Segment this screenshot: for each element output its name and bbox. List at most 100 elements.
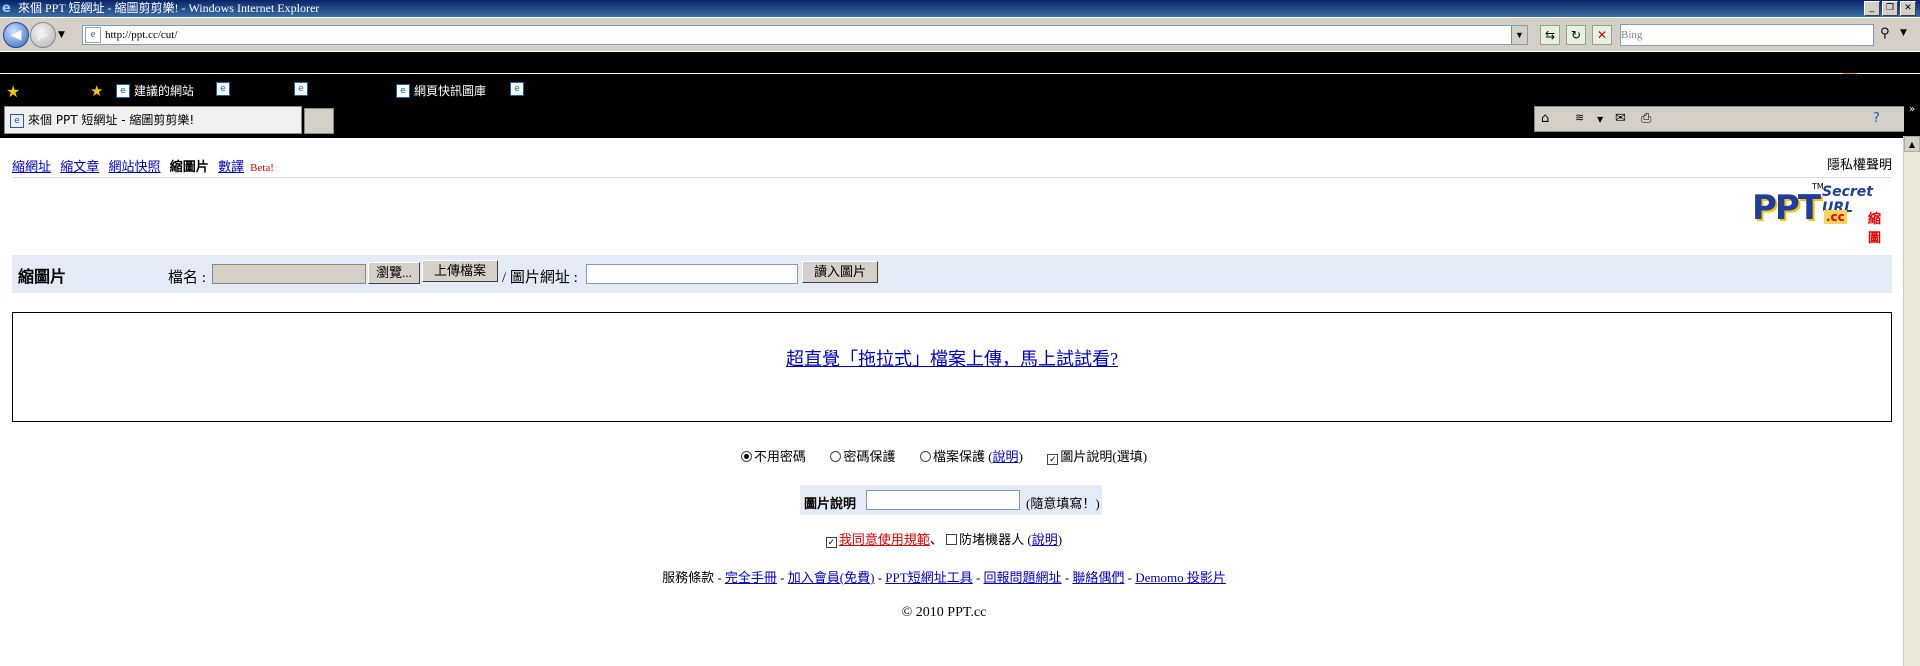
- no-password-radio[interactable]: [740, 451, 752, 462]
- toolbar-chevron[interactable]: »: [1904, 104, 1920, 136]
- feeds-dropdown-icon[interactable]: ▼: [1597, 115, 1603, 124]
- address-bar[interactable]: e http://ppt.cc/cut/ ▼: [82, 25, 1528, 45]
- history-dropdown-icon[interactable]: ▼: [58, 30, 65, 40]
- favorite-label: 建議的網站: [134, 84, 195, 98]
- ppt-logo[interactable]: PPT TM Secret URL .cc 縮圖: [1752, 182, 1892, 246]
- address-dropdown-icon[interactable]: ▼: [1511, 26, 1527, 44]
- home-icon[interactable]: ⌂: [1541, 111, 1549, 126]
- footer-link-demomo[interactable]: Demomo 投影片: [1135, 570, 1226, 585]
- search-input[interactable]: Bing: [1620, 24, 1874, 85]
- footer-link-report[interactable]: 回報問題網址: [984, 570, 1062, 585]
- footer-sep: -: [975, 570, 984, 585]
- favorites-star-icon[interactable]: ★: [6, 82, 20, 101]
- password-protect-label: 密碼保護: [843, 449, 896, 464]
- page-icon: e: [216, 82, 230, 96]
- footer-link-tools[interactable]: PPT短網址工具: [885, 570, 972, 585]
- menu-bar: [0, 52, 1920, 73]
- stop-icon[interactable]: ✕: [1592, 25, 1612, 45]
- footer-links: 服務條款 - 完全手冊 - 加入會員(免費) - PPT短網址工具 - 回報問題…: [0, 567, 1888, 586]
- favorite-blank-1[interactable]: e: [216, 82, 230, 96]
- browse-button[interactable]: 瀏覽...: [368, 262, 420, 284]
- antibot-checkbox[interactable]: [946, 534, 958, 545]
- filename-label: 檔名 :: [168, 270, 206, 286]
- image-url-input[interactable]: [586, 264, 798, 284]
- agreement-row: ✓ 我同意使用規範、 防堵機器人 (說明): [0, 529, 1888, 548]
- antibot-explain-link[interactable]: 說明: [1032, 532, 1058, 547]
- nav-shorten-url[interactable]: 縮網址: [12, 159, 51, 174]
- nav-site-snapshot[interactable]: 網站快照: [109, 159, 161, 174]
- tab-current[interactable]: e 來個 PPT 短網址 - 縮圖剪剪樂!: [4, 106, 302, 134]
- file-protect-radio[interactable]: [919, 451, 931, 462]
- forward-button[interactable]: ▶: [30, 22, 56, 48]
- caption-checkbox[interactable]: ✓: [1047, 454, 1059, 465]
- minimize-button[interactable]: _: [1864, 1, 1880, 16]
- vertical-scrollbar[interactable]: ▲: [1903, 136, 1920, 666]
- new-tab-button[interactable]: [304, 108, 334, 134]
- print-icon[interactable]: ⎙: [1641, 111, 1651, 126]
- privacy-link[interactable]: 隱私權聲明: [1827, 154, 1892, 173]
- caption-row: 圖片說明 (隨意填寫！): [800, 485, 1102, 515]
- footer-link-contact[interactable]: 聯絡偶們: [1072, 570, 1124, 585]
- page-icon: e: [85, 27, 101, 43]
- page-icon: e: [396, 83, 410, 98]
- file-protect-explain-link[interactable]: 說明: [993, 449, 1019, 464]
- nav-current-image: 縮圖片: [169, 159, 209, 174]
- footer-link-join[interactable]: 加入會員(免費): [788, 570, 875, 585]
- footer-prefix: 服務條款 -: [662, 570, 722, 585]
- favorite-blank-3[interactable]: e: [510, 82, 524, 96]
- window-title: 來個 PPT 短網址 - 縮圖剪剪樂! - Windows Internet E…: [18, 1, 320, 15]
- protection-options: 不用密碼 密碼保護 檔案保護 (說明) ✓ 圖片說明(選填): [0, 446, 1888, 465]
- feeds-icon[interactable]: ≋: [1575, 111, 1584, 124]
- maximize-button[interactable]: ❐: [1882, 1, 1898, 16]
- file-protect-label: 檔案保護 (: [932, 449, 993, 464]
- favorite-label: 網頁快訊圖庫: [414, 84, 487, 98]
- agree-checkbox[interactable]: ✓: [825, 537, 837, 548]
- password-protect-radio[interactable]: [830, 451, 842, 462]
- compatibility-icon[interactable]: ⇆: [1540, 25, 1560, 45]
- nav-data[interactable]: 數譯: [218, 159, 244, 174]
- favorite-suggested-sites[interactable]: e 建議的網站: [116, 82, 194, 99]
- command-bar: ⌂ ≋ ▼ ✉ ⎙ ?: [1534, 106, 1906, 132]
- search-dropdown-icon[interactable]: ▼: [1900, 28, 1907, 38]
- address-toolbar: ◀ ▶ ▼ e http://ppt.cc/cut/ ▼ ⇆ ↻ ✕ Bing ⚲…: [0, 18, 1920, 85]
- footer-sep: -: [780, 570, 788, 585]
- nav-shorten-article[interactable]: 縮文章: [60, 159, 99, 174]
- add-favorite-icon[interactable]: ★: [90, 82, 103, 100]
- nav-divider: [12, 177, 1892, 178]
- load-image-button[interactable]: 讀入圖片: [802, 261, 878, 283]
- no-password-label: 不用密碼: [753, 449, 806, 464]
- file-input[interactable]: [212, 264, 366, 284]
- logo-sub: 縮圖: [1868, 212, 1882, 246]
- ie-icon: e: [2, 1, 11, 16]
- upload-heading: 縮圖片: [18, 269, 67, 286]
- tab-label: 來個 PPT 短網址 - 縮圖剪剪樂!: [28, 113, 195, 127]
- tab-bar: e 來個 PPT 短網址 - 縮圖剪剪樂! ⌂ ≋ ▼ ✉ ⎙ ?: [0, 104, 1920, 136]
- close-window-button[interactable]: ✕: [1900, 1, 1916, 16]
- footer-link-manual[interactable]: 完全手冊: [725, 570, 777, 585]
- address-url: http://ppt.cc/cut/: [105, 29, 178, 41]
- scroll-up-icon[interactable]: ▲: [1904, 136, 1920, 152]
- search-icon[interactable]: ⚲: [1880, 26, 1890, 41]
- refresh-icon[interactable]: ↻: [1566, 25, 1586, 45]
- window-title-bar: e 來個 PPT 短網址 - 縮圖剪剪樂! - Windows Internet…: [0, 0, 1920, 17]
- favorite-web-slice-gallery[interactable]: e 網頁快訊圖庫: [396, 82, 486, 99]
- caption-opt-label: 圖片說明(選填): [1060, 449, 1148, 464]
- upload-button[interactable]: 上傳檔案: [422, 260, 498, 282]
- separator: 、: [929, 532, 943, 547]
- drag-drop-link[interactable]: 超直覺「拖拉式」檔案上傳，馬上試試看?: [13, 345, 1891, 371]
- mail-icon[interactable]: ✉: [1615, 111, 1626, 126]
- favorite-blank-2[interactable]: e: [294, 82, 308, 96]
- page-content: 縮網址 縮文章 網站快照 縮圖片 數譯 Beta! 隱私權聲明 PPT TM Se…: [0, 138, 1904, 666]
- copyright: © 2010 PPT.cc: [901, 605, 987, 620]
- caption-input[interactable]: [866, 490, 1020, 510]
- drag-drop-box: 超直覺「拖拉式」檔案上傳，馬上試試看?: [12, 312, 1892, 422]
- antibot-label: 防堵機器人 (: [959, 532, 1032, 547]
- logo-tld: .cc: [1824, 210, 1847, 224]
- help-icon[interactable]: ?: [1873, 111, 1880, 126]
- terms-link[interactable]: 我同意使用規範: [839, 532, 930, 547]
- caption-hint: (隨意填寫！): [1026, 496, 1100, 511]
- back-button[interactable]: ◀: [3, 22, 29, 48]
- ie-icon: e: [116, 83, 130, 98]
- favorites-bar: ★ ★ e 建議的網站 e e e 網頁快訊圖庫 e: [0, 74, 1920, 104]
- search-placeholder: Bing: [1621, 29, 1643, 41]
